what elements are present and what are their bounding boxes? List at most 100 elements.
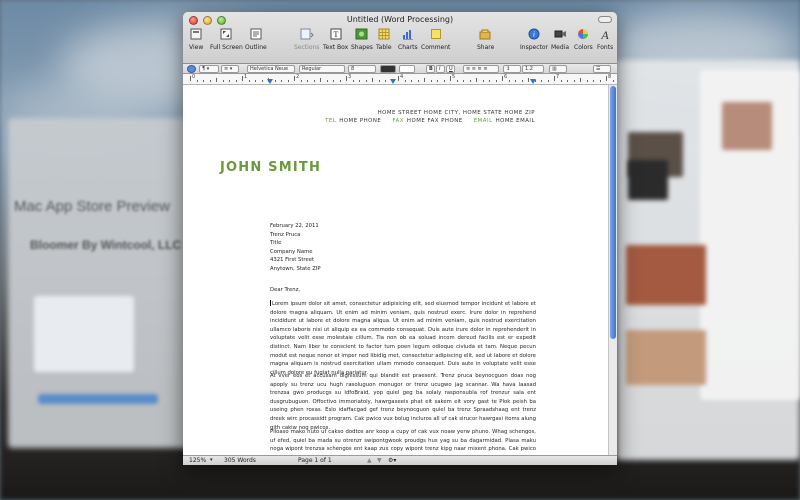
share-icon	[479, 27, 493, 41]
ruler-tick	[606, 76, 607, 81]
colors-icon	[576, 27, 590, 41]
ruler-tick	[398, 76, 399, 81]
paragraph-style-select[interactable]: ¶ ▾	[199, 65, 219, 73]
list-style-select[interactable]: ≡ ▾	[221, 65, 239, 73]
page-up-icon[interactable]: ▲	[367, 457, 372, 464]
toolbar-textbox-button[interactable]: T Text Box	[323, 26, 348, 51]
toolbar-view-button[interactable]: View	[189, 26, 203, 51]
header-address: HOME STREET HOME CITY, HOME STATE HOME Z…	[377, 110, 535, 116]
tab-stop-marker[interactable]	[530, 79, 536, 84]
ruler-minor-tick	[411, 80, 412, 82]
ruler-minor-tick	[333, 80, 334, 82]
toolbar-fonts-button[interactable]: A Fonts	[597, 26, 613, 51]
background-window-subtitle: Bloomer By Wintcool, LLC	[30, 238, 182, 252]
font-family-select[interactable]: Helvetica Neue	[247, 65, 295, 73]
toolbar-table-label: Table	[376, 44, 392, 51]
font-size-select[interactable]: 8	[348, 65, 376, 73]
charts-icon	[401, 27, 415, 41]
underline-button[interactable]: U	[446, 65, 455, 73]
ruler-minor-tick	[300, 80, 302, 82]
fullscreen-icon	[219, 27, 233, 41]
toolbar-fullscreen-button[interactable]: Full Screen	[210, 26, 243, 51]
font-style-select[interactable]: Regular	[299, 65, 345, 73]
italic-button[interactable]: I	[436, 65, 445, 73]
ruler-minor-tick	[255, 80, 256, 82]
toolbar-inspector-button[interactable]: i Inspector	[520, 26, 548, 51]
vertical-scrollbar[interactable]	[608, 85, 617, 455]
word-count: 305 Words	[224, 457, 256, 464]
ruler-minor-tick	[352, 80, 354, 82]
toolbar-table-button[interactable]: Table	[376, 26, 392, 51]
title-bar: Untitled (Word Processing) View Full Scr…	[183, 12, 617, 64]
ruler-minor-tick	[560, 80, 562, 82]
ruler-minor-tick	[196, 80, 198, 82]
header-contact: TEL HOME PHONE FAX HOME FAX PHONE EMAIL HOM…	[325, 118, 535, 124]
ruler-minor-tick	[235, 80, 237, 82]
ruler-minor-tick	[508, 80, 510, 82]
ruler-minor-tick	[567, 80, 568, 82]
paragraph-1: Lorem ipsum dolor sit amet, consectetur …	[270, 300, 536, 377]
ruler-minor-tick	[489, 80, 490, 82]
styles-drawer-button[interactable]	[187, 65, 196, 73]
ruler-minor-tick	[437, 80, 438, 82]
highlight-color-well[interactable]	[399, 65, 415, 73]
ruler-tick	[502, 76, 503, 81]
ruler-minor-tick	[476, 78, 477, 82]
background-window-button	[38, 394, 158, 404]
columns-select[interactable]: ▥	[549, 65, 567, 73]
ruler-minor-tick	[339, 80, 341, 82]
alignment-buttons[interactable]: ≡ ≡ ≡ ≡	[463, 65, 499, 73]
ruler-tick	[346, 76, 347, 81]
recipient-title: Title	[270, 240, 282, 247]
toolbar-share-button[interactable]: Share	[477, 26, 494, 51]
line-spacing-field[interactable]: 1.2	[522, 65, 544, 73]
toolbar-fonts-label: Fonts	[597, 44, 614, 51]
shapes-icon	[355, 27, 369, 41]
ruler-minor-tick	[469, 80, 471, 82]
toolbar-media-button[interactable]: Media	[551, 26, 569, 51]
fonts-icon: A	[598, 27, 612, 41]
ruler-minor-tick	[495, 80, 497, 82]
address-block: February 22, 2011 Trenz Pruca Title Comp…	[270, 222, 536, 274]
text-color-well[interactable]	[380, 65, 396, 73]
ruler-minor-tick	[229, 80, 230, 82]
ruler-minor-tick	[612, 80, 614, 82]
toolbar-colors-button[interactable]: Colors	[574, 26, 593, 51]
toolbar-sections-button[interactable]: Sections	[294, 26, 319, 51]
ruler-minor-tick	[372, 78, 373, 82]
scroll-thumb[interactable]	[610, 86, 616, 339]
tab-stop-marker[interactable]	[390, 79, 396, 84]
ruler[interactable]: 0 1 2 3 4 5 6 7 8	[183, 74, 617, 85]
textbox-icon: T	[329, 27, 343, 41]
list-format-select[interactable]: ☰	[593, 65, 611, 73]
format-bar: ¶ ▾ ≡ ▾ Helvetica Neue Regular 8 B I U ≡…	[183, 64, 617, 74]
toolbar-comment-button[interactable]: Comment	[421, 26, 450, 51]
line-spacing-icon[interactable]: ↕	[503, 65, 521, 73]
ruler-minor-tick	[320, 78, 321, 82]
toolbar: View Full Screen Outline Sections T Text…	[183, 26, 617, 64]
recipient-name: Trenz Pruca	[270, 231, 301, 238]
document-canvas[interactable]: HOME STREET HOME CITY, HOME STATE HOME Z…	[183, 85, 608, 455]
ruler-minor-tick	[222, 80, 224, 82]
bold-button[interactable]: B	[426, 65, 435, 73]
toolbar-shapes-button[interactable]: Shapes	[351, 26, 373, 51]
gear-icon[interactable]: ⚙▾	[388, 457, 396, 464]
ruler-minor-tick	[326, 80, 328, 82]
toolbar-toggle-button[interactable]	[598, 16, 612, 23]
zoom-level[interactable]: 125%	[189, 457, 206, 464]
page-down-icon[interactable]: ▼	[377, 457, 382, 464]
toolbar-charts-label: Charts	[398, 44, 418, 51]
paragraph-1-text: Lorem ipsum dolor sit amet, consectetur …	[270, 301, 536, 376]
ruler-number: 1	[244, 74, 248, 80]
paragraph-2: At vver eos et accusam dignissum qui bla…	[270, 373, 536, 431]
toolbar-fullscreen-label: Full Screen	[210, 44, 243, 51]
sections-icon	[300, 27, 314, 41]
zoom-dropdown-icon[interactable]: ▾	[210, 457, 213, 463]
toolbar-outline-button[interactable]: Outline	[245, 26, 267, 51]
background-window-image	[34, 296, 134, 372]
ruler-minor-tick	[593, 80, 594, 82]
background-thumbnail	[626, 245, 706, 305]
toolbar-view-label: View	[189, 44, 204, 51]
toolbar-charts-button[interactable]: Charts	[398, 26, 418, 51]
tab-stop-marker[interactable]	[267, 79, 273, 84]
